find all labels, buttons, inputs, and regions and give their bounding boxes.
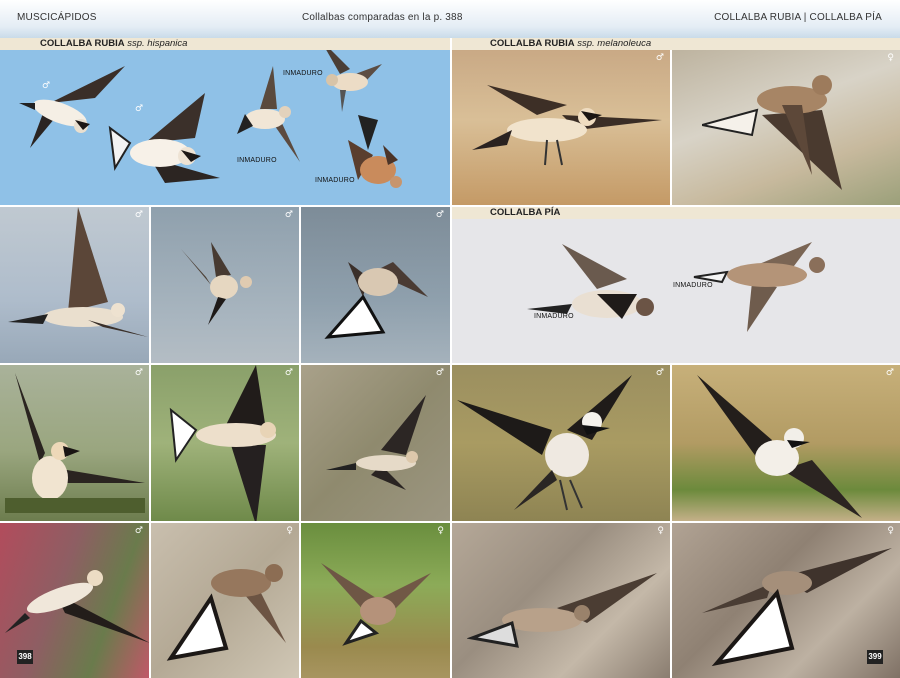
- female-symbol: ♀: [887, 526, 894, 536]
- photo-melanoleuca-female: ♀: [672, 50, 900, 205]
- photo-pia-male-1: ♂: [452, 365, 670, 521]
- female-symbol: ♀: [437, 526, 444, 536]
- bird-illustration: [108, 93, 220, 183]
- bird-illustration: [702, 75, 842, 190]
- section-band-melanoleuca: COLLALBA RUBIA ssp. melanoleuca: [452, 38, 900, 50]
- male-symbol: ♂: [284, 368, 293, 378]
- bird-illustration: [324, 262, 428, 339]
- bird-illustration: [467, 573, 657, 648]
- plate-hispanica: ♂ ♂ INMADURO INMADURO INMADURO: [0, 50, 450, 205]
- male-symbol: ♂: [284, 210, 293, 220]
- species-name: COLLALBA RUBIA: [40, 38, 125, 49]
- header-cross-reference: Collalbas comparadas en la p. 388: [302, 12, 463, 23]
- bird-illustration: [321, 563, 431, 646]
- photo-hispanica-male-2: ♂: [151, 207, 299, 363]
- photo-pia-male-2: ♂: [672, 365, 900, 521]
- photo-hispanica-male-5: ♂: [151, 365, 299, 521]
- male-symbol: ♂: [655, 368, 664, 378]
- species-name: COLLALBA RUBIA: [490, 38, 575, 49]
- bird-illustration: [237, 66, 300, 162]
- bird-illustration: [457, 375, 632, 511]
- photo-hispanica-male-4: ♂: [0, 365, 149, 521]
- bird-illustration: [697, 375, 862, 518]
- photo-hispanica-female-1: ♀: [151, 523, 299, 678]
- page-number-right: 399: [867, 650, 883, 664]
- photo-pia-female-1: ♀: [452, 523, 670, 678]
- bird-illustration: [326, 50, 382, 112]
- female-symbol: ♀: [657, 526, 664, 536]
- bird-illustration: [8, 207, 148, 337]
- subspecies-name: ssp. melanoleuca: [577, 38, 652, 49]
- male-symbol: ♂: [134, 368, 143, 378]
- bird-illustration: [169, 365, 276, 521]
- male-symbol: ♂: [134, 526, 143, 536]
- subspecies-name: ssp. hispanica: [127, 38, 188, 49]
- male-symbol: ♂: [42, 81, 51, 91]
- male-symbol: ♂: [134, 210, 143, 220]
- plate-pia: INMADURO INMADURO: [452, 219, 900, 363]
- bird-illustration: [166, 564, 286, 661]
- photo-melanoleuca-male: ♂: [452, 50, 670, 205]
- photo-hispanica-male-7: ♂ 398: [0, 523, 149, 678]
- section-band-hispanica: COLLALBA RUBIA ssp. hispanica: [0, 38, 450, 50]
- male-symbol: ♂: [435, 210, 444, 220]
- photo-hispanica-male-6: ♂: [301, 365, 450, 521]
- species-name: COLLALBA PÍA: [490, 207, 561, 218]
- male-symbol: ♂: [435, 368, 444, 378]
- age-label: INMADURO: [315, 177, 355, 184]
- bird-illustration: [5, 570, 149, 643]
- photo-hispanica-female-2: ♀: [301, 523, 450, 678]
- male-symbol: ♂: [135, 104, 144, 114]
- male-symbol: ♂: [885, 368, 894, 378]
- photo-hispanica-male-3: ♂: [301, 207, 450, 363]
- page-number-left: 398: [17, 650, 33, 664]
- age-label: INMADURO: [237, 157, 277, 164]
- bird-illustration: [5, 373, 145, 513]
- age-label: INMADURO: [534, 313, 574, 320]
- header-section-title: MUSCICÁPIDOS: [17, 12, 97, 23]
- bird-illustration: [693, 242, 825, 332]
- bird-illustration: [181, 242, 252, 325]
- page-header: MUSCICÁPIDOS Collalbas comparadas en la …: [0, 0, 900, 38]
- male-symbol: ♂: [655, 53, 664, 63]
- bird-illustration: [472, 85, 662, 166]
- female-symbol: ♀: [887, 53, 894, 63]
- photo-hispanica-male-1: ♂: [0, 207, 149, 363]
- age-label: INMADURO: [283, 70, 323, 77]
- female-symbol: ♀: [286, 526, 293, 536]
- section-band-pia: COLLALBA PÍA: [452, 207, 900, 219]
- bird-illustration: [326, 395, 426, 490]
- age-label: INMADURO: [673, 282, 713, 289]
- bird-illustration: [702, 548, 892, 667]
- header-species-title: COLLALBA RUBIA | COLLALBA PÍA: [714, 12, 882, 23]
- photo-pia-female-2: ♀ 399: [672, 523, 900, 678]
